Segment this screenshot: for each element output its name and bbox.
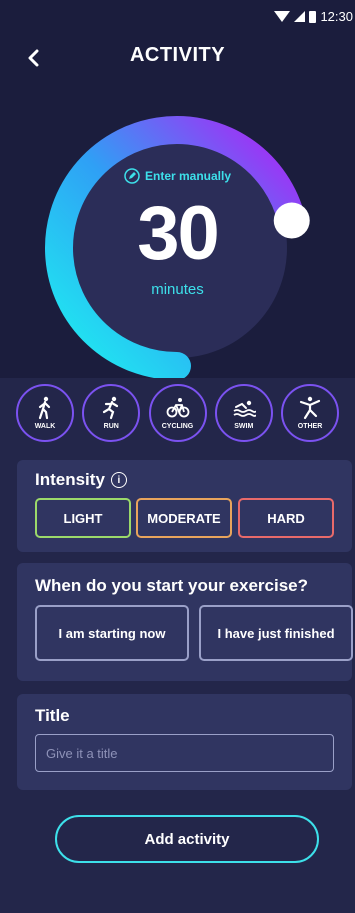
start-time-card: When do you start your exercise? I am st… — [17, 563, 353, 681]
title-label: Title — [35, 706, 70, 725]
cycling-icon — [166, 398, 189, 418]
activity-type-cycling[interactable]: CYCLING — [148, 384, 207, 442]
walk-icon — [38, 396, 51, 420]
page-title: ACTIVITY — [129, 44, 226, 66]
info-icon[interactable]: i — [110, 472, 127, 488]
swim-icon — [233, 400, 256, 417]
activity-type-label: WALK — [34, 423, 56, 430]
duration-dial[interactable]: Enter manually 30 minutes — [0, 78, 355, 378]
edit-icon — [124, 168, 140, 184]
cellular-signal-icon — [294, 11, 306, 22]
start-question: When do you start your exercise? — [35, 576, 309, 595]
intensity-hard-button[interactable]: HARD — [238, 498, 334, 538]
intensity-card: Intensity i LIGHT MODERATE HARD — [17, 460, 352, 552]
activity-type-label: SWIM — [234, 423, 254, 430]
title-input[interactable] — [35, 734, 334, 772]
battery-icon — [309, 10, 317, 23]
activity-type-other[interactable]: OTHER — [281, 384, 339, 442]
activity-type-list: WALK RUN CYCLING SWIM OTHER — [0, 384, 355, 446]
app-bar: ACTIVITY — [0, 34, 355, 78]
activity-type-run[interactable]: RUN — [82, 384, 141, 442]
activity-type-label: CYCLING — [161, 423, 194, 430]
starting-now-button[interactable]: I am starting now — [35, 605, 189, 661]
activity-type-swim[interactable]: SWIM — [214, 384, 273, 442]
wifi-icon — [274, 11, 291, 22]
run-icon — [103, 396, 119, 420]
enter-manually-link[interactable]: Enter manually — [0, 168, 355, 184]
status-bar: 12:30 — [0, 0, 355, 34]
duration-value: 30 — [137, 191, 220, 276]
intensity-title: Intensity — [35, 470, 105, 489]
enter-manually-label: Enter manually — [144, 169, 232, 183]
duration-unit: minutes — [151, 281, 204, 298]
activity-type-label: OTHER — [297, 423, 323, 430]
title-card: Title — [17, 694, 352, 790]
just-finished-button[interactable]: I have just finished — [199, 605, 353, 661]
other-icon — [299, 396, 321, 420]
intensity-moderate-button[interactable]: MODERATE — [136, 498, 232, 538]
status-time: 12:30 — [320, 9, 353, 24]
activity-type-walk[interactable]: WALK — [16, 384, 74, 442]
activity-type-label: RUN — [103, 423, 119, 430]
intensity-light-button[interactable]: LIGHT — [35, 498, 131, 538]
add-activity-button[interactable]: Add activity — [55, 815, 319, 863]
